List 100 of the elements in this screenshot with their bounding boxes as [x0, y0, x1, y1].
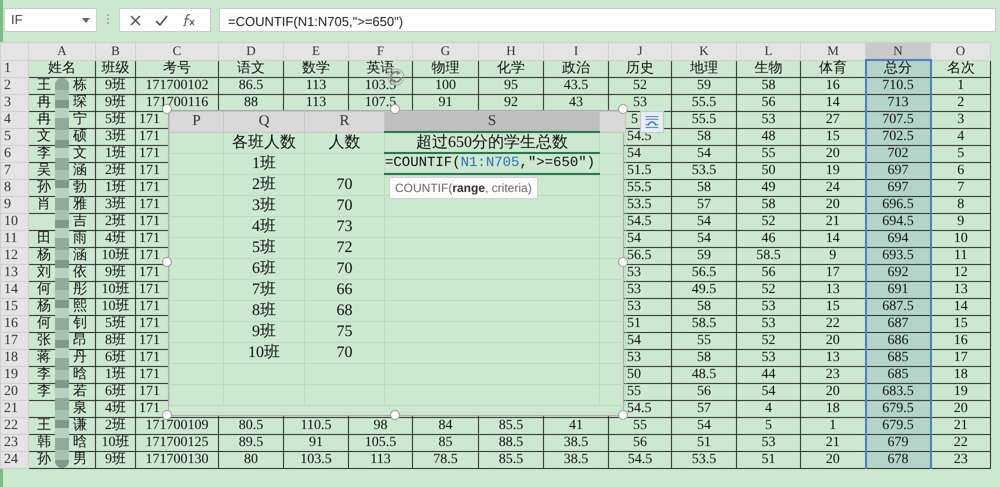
table-cell: 5班 [96, 112, 136, 128]
row-number[interactable]: 8 [0, 180, 28, 196]
column-header[interactable]: G [412, 42, 478, 60]
row-number[interactable]: 17 [0, 332, 28, 350]
row-number[interactable]: 15 [0, 298, 28, 316]
table-cell: 171700102 [136, 78, 218, 94]
row-number[interactable]: 14 [0, 282, 28, 298]
table-cell: 56 [736, 94, 800, 112]
table-cell: 人数 [304, 132, 384, 153]
name-box[interactable]: IF [4, 8, 97, 32]
row-number[interactable]: 9 [0, 196, 28, 214]
table-cell: 693.5 [866, 248, 930, 264]
embedded-sheet[interactable]: P Q R S 各班人数 人数 超过650分的学生总数 1班 =COUNTIF(N1:N705,">=650") 2班 70 3班 70 4班 73 5班 72 6班 70 7班 66 8班 68 9班 75 10班 70 COUNTIF(range, criteria) [168, 110, 624, 416]
row-number[interactable]: 19 [0, 366, 28, 384]
table-cell: 95 [478, 78, 544, 94]
column-header[interactable]: J [608, 42, 672, 60]
resize-handle[interactable] [618, 410, 628, 420]
table-cell: 56 [736, 264, 800, 282]
column-header[interactable]: B [96, 42, 136, 60]
checkmark-icon[interactable] [155, 14, 168, 26]
row-number[interactable]: 22 [0, 418, 28, 434]
table-cell: 679.5 [866, 418, 930, 434]
table-cell: 名次 [930, 60, 990, 78]
column-header[interactable]: R [304, 112, 384, 132]
table-cell: 3班 [224, 195, 304, 216]
close-icon[interactable] [130, 14, 141, 26]
table-cell: 2班 [96, 162, 136, 180]
row-number[interactable]: 10 [0, 214, 28, 230]
column-header[interactable]: H [478, 42, 544, 60]
table-cell: 59 [672, 248, 736, 264]
resize-handle[interactable] [390, 410, 400, 420]
row-number[interactable]: 18 [0, 350, 28, 366]
table-cell: 59 [672, 78, 736, 94]
column-header[interactable]: Q [224, 112, 304, 132]
column-header[interactable]: N [866, 42, 930, 60]
table-cell: 23 [930, 452, 990, 468]
table-cell: 88.5 [478, 434, 544, 452]
column-header[interactable]: A [28, 42, 96, 60]
row-number[interactable]: 7 [0, 162, 28, 180]
column-header[interactable]: C [136, 42, 218, 60]
formula-field[interactable]: =COUNTIF(N1:N705,">=650") [219, 8, 996, 32]
row-number[interactable]: 23 [0, 434, 28, 452]
table-cell: 考号 [136, 60, 218, 78]
table-cell: 103.5 [284, 452, 348, 468]
resize-handle[interactable] [618, 257, 628, 267]
resize-handle[interactable] [162, 257, 172, 267]
table-cell: 10班 [96, 434, 136, 452]
table-cell: 702 [866, 146, 930, 162]
table-cell: 58 [672, 298, 736, 316]
column-header[interactable]: S [384, 112, 600, 132]
caret-icon[interactable] [82, 18, 90, 22]
table-cell: 38.5 [544, 452, 608, 468]
resize-handle[interactable] [618, 104, 628, 114]
table-cell: 3班 [96, 128, 136, 146]
table-cell: 696.5 [866, 196, 930, 214]
table-cell: 72 [304, 237, 384, 258]
column-header[interactable]: L [736, 42, 800, 60]
column-header[interactable]: K [672, 42, 736, 60]
row-number[interactable]: 2 [0, 78, 28, 94]
row-number[interactable]: 24 [0, 452, 28, 468]
column-header[interactable]: D [218, 42, 284, 60]
row-number[interactable]: 3 [0, 94, 28, 112]
column-header[interactable]: M [800, 42, 866, 60]
table-cell: 56 [672, 384, 736, 400]
table-cell: 687.5 [866, 298, 930, 316]
row-number[interactable]: 4 [0, 112, 28, 128]
resize-handle[interactable] [162, 410, 172, 420]
column-header[interactable]: I [544, 42, 608, 60]
table-cell: 2班 [96, 418, 136, 434]
row-number[interactable]: 21 [0, 400, 28, 418]
table-cell: 52 [736, 332, 800, 350]
row-number[interactable]: 5 [0, 128, 28, 146]
table-cell: 数学 [284, 60, 348, 78]
column-header[interactable]: O [930, 42, 990, 60]
table-cell: 53 [736, 298, 800, 316]
table-cell: 713 [866, 94, 930, 112]
table-cell: 2班 [224, 174, 304, 195]
table-cell: 53 [736, 350, 800, 366]
table-cell: 6 [930, 162, 990, 180]
row-number[interactable]: 13 [0, 264, 28, 282]
table-cell: 政治 [544, 60, 608, 78]
table-cell: 9班 [96, 78, 136, 94]
row-number[interactable]: 16 [0, 316, 28, 332]
row-number[interactable]: 1 [0, 60, 28, 78]
table-cell: 51 [672, 434, 736, 452]
row-number[interactable]: 11 [0, 230, 28, 248]
column-header[interactable]: E [284, 42, 348, 60]
row-number[interactable]: 6 [0, 146, 28, 162]
table-cell: 历史 [608, 60, 672, 78]
function-icon[interactable] [182, 14, 195, 26]
table-cell: 697 [866, 162, 930, 180]
table-cell: 6班 [224, 258, 304, 279]
function-tooltip: COUNTIF(range, criteria) [389, 177, 538, 199]
row-number[interactable]: 20 [0, 384, 28, 400]
table-cell: 7班 [224, 279, 304, 300]
row-number[interactable]: 12 [0, 248, 28, 264]
table-cell: 58 [672, 180, 736, 196]
column-header[interactable]: P [170, 112, 224, 132]
formula-cell[interactable]: =COUNTIF(N1:N705,">=650") [384, 153, 600, 174]
column-header[interactable]: F [348, 42, 412, 60]
